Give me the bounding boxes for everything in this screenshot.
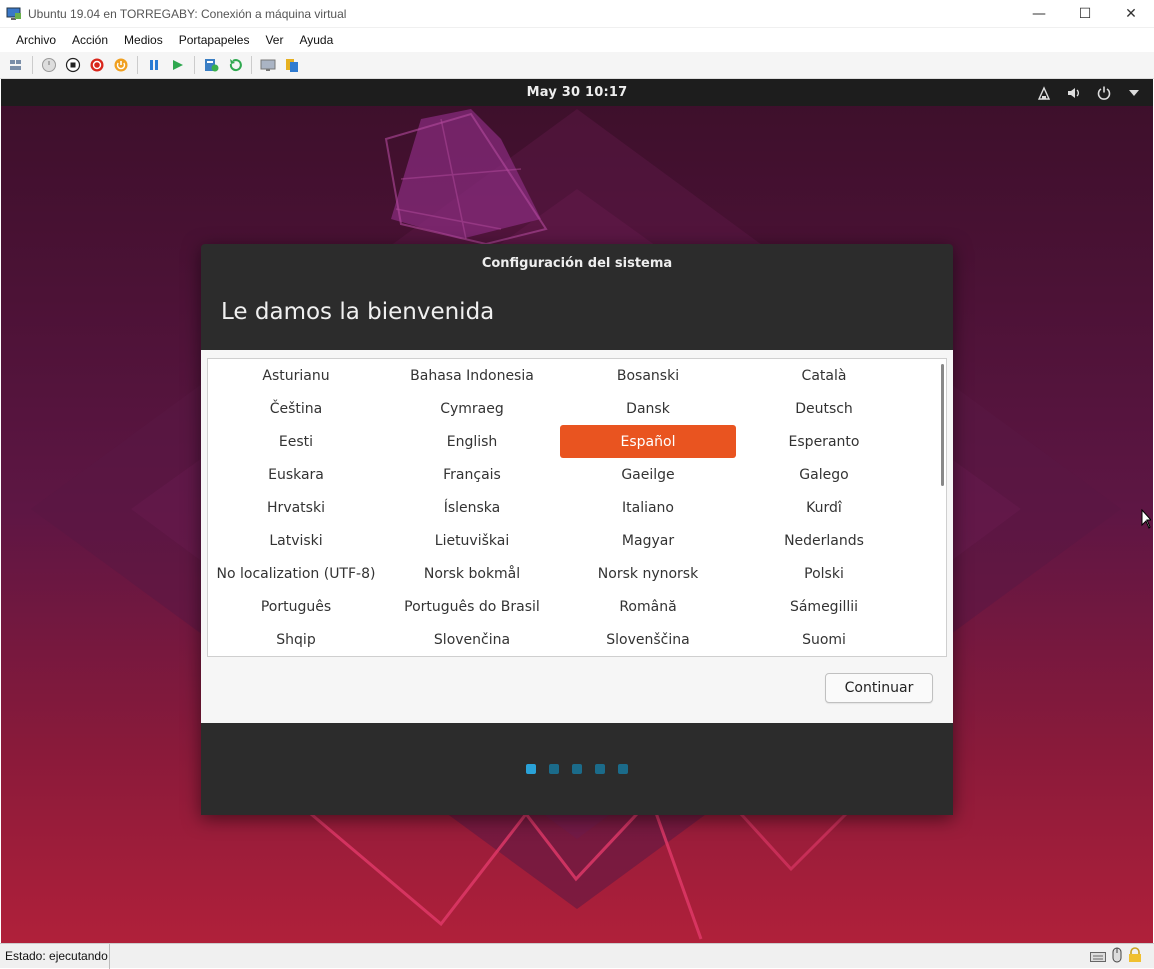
menu-medios[interactable]: Medios	[116, 33, 171, 47]
chevron-down-icon[interactable]	[1125, 84, 1143, 102]
lock-icon	[1128, 947, 1142, 967]
gnome-top-bar: May 30 10:17	[1, 79, 1153, 106]
revert-icon[interactable]	[225, 55, 245, 75]
language-option[interactable]: Slovenščina	[560, 623, 736, 656]
step-dot	[526, 764, 536, 774]
mouse-cursor-icon	[1141, 508, 1153, 533]
language-option[interactable]: Português do Brasil	[384, 590, 560, 623]
maximize-button[interactable]: ☐	[1062, 0, 1108, 28]
checkpoint-icon[interactable]	[201, 55, 221, 75]
language-option[interactable]: Esperanto	[736, 425, 912, 458]
language-option[interactable]: Magyar	[560, 524, 736, 557]
vm-status: Estado: ejecutando	[0, 943, 110, 969]
mouse-icon	[1112, 947, 1122, 967]
vm-screen[interactable]: May 30 10:17 Configuración del sistema L…	[1, 79, 1153, 943]
toolbar-separator	[194, 56, 195, 74]
resume-icon[interactable]	[168, 55, 188, 75]
language-option[interactable]: Bosanski	[560, 359, 736, 392]
start-icon[interactable]	[39, 55, 59, 75]
keyboard-icon	[1090, 948, 1106, 967]
language-option[interactable]: Gaeilge	[560, 458, 736, 491]
menubar: Archivo Acción Medios Portapapeles Ver A…	[0, 28, 1154, 52]
step-dot	[618, 764, 628, 774]
language-option[interactable]: Español	[560, 425, 736, 458]
welcome-heading: Le damos la bienvenida	[221, 299, 495, 325]
language-option[interactable]: Suomi	[736, 623, 912, 656]
toolbar-separator	[32, 56, 33, 74]
menu-ver[interactable]: Ver	[257, 33, 291, 47]
clock[interactable]: May 30 10:17	[527, 85, 628, 100]
window-titlebar: Ubuntu 19.04 en TORREGABY: Conexión a má…	[0, 0, 1154, 28]
language-option[interactable]: Čeština	[208, 392, 384, 425]
language-option[interactable]: Hrvatski	[208, 491, 384, 524]
language-option[interactable]: Slovenčina	[384, 623, 560, 656]
ctrl-alt-del-icon[interactable]	[6, 55, 26, 75]
close-button[interactable]: ✕	[1108, 0, 1154, 28]
language-option[interactable]: Nederlands	[736, 524, 912, 557]
language-option[interactable]: Bahasa Indonesia	[384, 359, 560, 392]
language-option[interactable]: Euskara	[208, 458, 384, 491]
volume-icon[interactable]	[1065, 84, 1083, 102]
language-option[interactable]: Asturianu	[208, 359, 384, 392]
share-icon[interactable]	[282, 55, 302, 75]
language-option[interactable]: Kurdî	[736, 491, 912, 524]
language-option[interactable]: Galego	[736, 458, 912, 491]
save-state-icon[interactable]	[111, 55, 131, 75]
language-option[interactable]: Français	[384, 458, 560, 491]
language-option[interactable]: Deutsch	[736, 392, 912, 425]
language-option[interactable]: Polski	[736, 557, 912, 590]
language-option[interactable]: Português	[208, 590, 384, 623]
language-option[interactable]: Norsk nynorsk	[560, 557, 736, 590]
language-option[interactable]: Cymraeg	[384, 392, 560, 425]
language-option[interactable]: English	[384, 425, 560, 458]
language-grid: Asturianu Bahasa Indonesia Bosanski Català Č…	[208, 359, 938, 656]
language-list[interactable]: Asturianu Bahasa Indonesia Bosanski Català Č…	[207, 358, 947, 657]
system-setup-dialog: Configuración del sistema Le damos la bi…	[201, 244, 953, 815]
step-dot	[595, 764, 605, 774]
language-option[interactable]: No localization (UTF-8)	[208, 557, 384, 590]
enhanced-session-icon[interactable]	[258, 55, 278, 75]
language-option[interactable]: Sámegillii	[736, 590, 912, 623]
power-icon[interactable]	[1095, 84, 1113, 102]
step-dot	[572, 764, 582, 774]
window-title: Ubuntu 19.04 en TORREGABY: Conexión a má…	[28, 6, 347, 21]
language-list-scrollbar[interactable]	[941, 364, 944, 486]
language-option[interactable]: Català	[736, 359, 912, 392]
language-option[interactable]: Shqip	[208, 623, 384, 656]
menu-archivo[interactable]: Archivo	[8, 33, 64, 47]
language-option[interactable]: Norsk bokmål	[384, 557, 560, 590]
vm-toolbar	[0, 52, 1154, 79]
dialog-title: Configuración del sistema	[481, 255, 673, 271]
language-option[interactable]: Dansk	[560, 392, 736, 425]
menu-ayuda[interactable]: Ayuda	[291, 33, 341, 47]
network-icon[interactable]	[1035, 84, 1053, 102]
step-indicator	[201, 764, 953, 774]
pause-icon[interactable]	[144, 55, 164, 75]
language-option[interactable]: Română	[560, 590, 736, 623]
vm-connection-icon	[6, 6, 22, 22]
shutdown-icon[interactable]	[87, 55, 107, 75]
statusbar: Estado: ejecutando	[0, 943, 1154, 969]
dialog-body: Asturianu Bahasa Indonesia Bosanski Català Č…	[201, 350, 953, 723]
toolbar-separator	[251, 56, 252, 74]
step-dot	[549, 764, 559, 774]
turn-off-icon[interactable]	[63, 55, 83, 75]
language-option[interactable]: Eesti	[208, 425, 384, 458]
language-option[interactable]: Italiano	[560, 491, 736, 524]
toolbar-separator	[137, 56, 138, 74]
language-option[interactable]: Lietuviškai	[384, 524, 560, 557]
language-option[interactable]: Latviski	[208, 524, 384, 557]
minimize-button[interactable]: —	[1016, 0, 1062, 28]
menu-accion[interactable]: Acción	[64, 33, 116, 47]
continue-button[interactable]: Continuar	[825, 673, 933, 703]
menu-portapapeles[interactable]: Portapapeles	[171, 33, 258, 47]
language-option[interactable]: Íslenska	[384, 491, 560, 524]
